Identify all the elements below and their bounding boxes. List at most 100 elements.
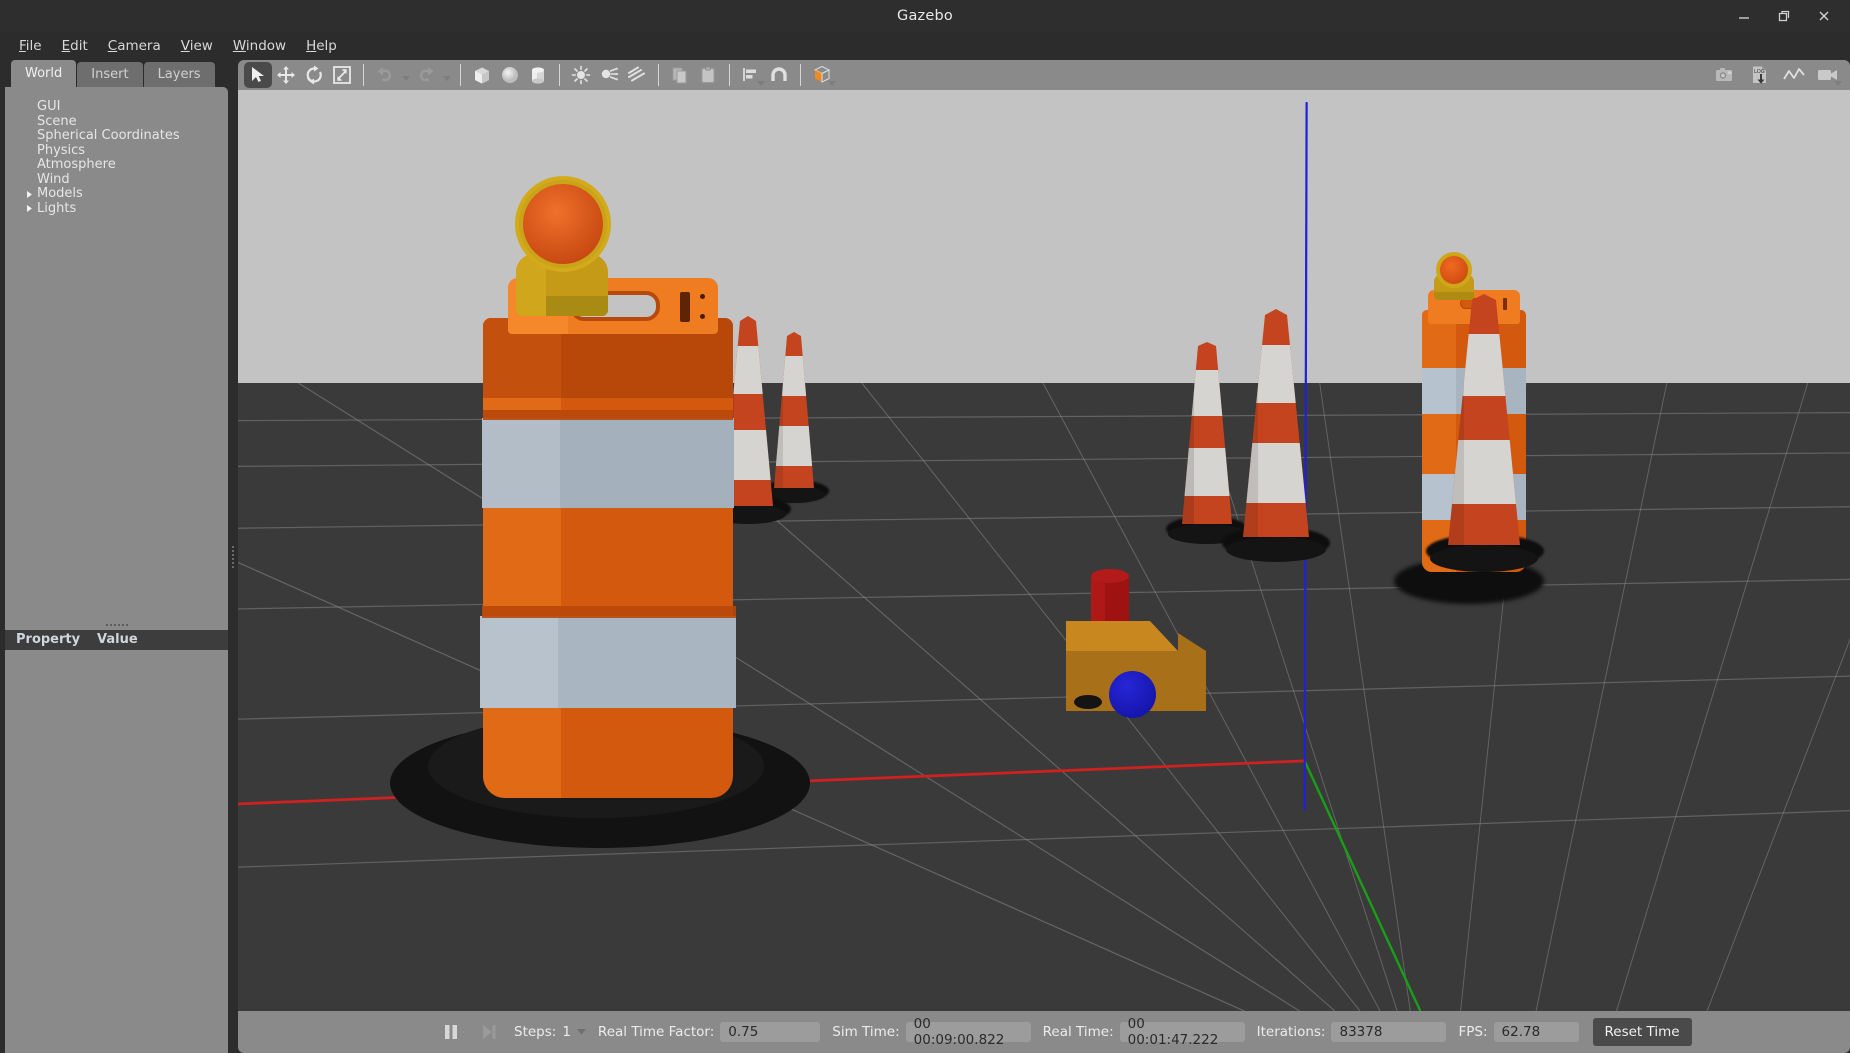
property-table-header: Property Value — [5, 629, 228, 650]
real-time-factor-value: 0.75 — [720, 1022, 821, 1042]
view-angle-dropdown-caret[interactable] — [825, 81, 838, 87]
steps-dropdown-caret[interactable] — [576, 1029, 586, 1035]
insert-spot-light-button[interactable] — [595, 62, 623, 88]
redo-button[interactable] — [412, 62, 440, 88]
construction-barrel-foreground[interactable] — [388, 118, 828, 878]
select-mode-button[interactable] — [244, 62, 272, 88]
reset-time-button[interactable]: Reset Time — [1592, 1018, 1692, 1046]
tab-world[interactable]: World — [11, 60, 77, 87]
insert-cylinder-button[interactable] — [524, 62, 552, 88]
tree-item-models[interactable]: Models — [5, 186, 228, 202]
insert-sphere-button[interactable] — [496, 62, 524, 88]
real-time-label: Real Time: — [1042, 1024, 1114, 1040]
camera-icon — [1715, 66, 1737, 84]
gazebo-3d-render-view[interactable] — [238, 90, 1850, 1011]
tree-item-scene[interactable]: Scene — [5, 113, 228, 130]
sphere-icon — [500, 65, 520, 85]
rotate-icon — [304, 65, 324, 85]
tree-item-spherical-coordinates[interactable]: Spherical Coordinates — [5, 128, 228, 144]
toolbar-separator — [363, 64, 364, 86]
translate-arrows-icon — [276, 65, 296, 85]
tree-item-lights[interactable]: Lights — [5, 200, 228, 217]
insert-point-light-button[interactable] — [567, 62, 595, 88]
sim-time-label: Sim Time: — [832, 1024, 900, 1040]
robot-sphere-wheel — [1109, 671, 1156, 718]
menu-file[interactable]: File — [10, 35, 51, 57]
pause-button[interactable] — [438, 1019, 464, 1045]
robot-model[interactable] — [1066, 569, 1206, 718]
copy-button[interactable] — [666, 62, 694, 88]
record-video-button[interactable] — [1814, 62, 1842, 88]
tree-item-label: Spherical Coordinates — [37, 128, 180, 143]
change-view-angle-button[interactable] — [808, 62, 836, 88]
rotate-mode-button[interactable] — [300, 62, 328, 88]
align-button[interactable] — [737, 62, 765, 88]
paste-button[interactable] — [694, 62, 722, 88]
tree-item-label: Lights — [37, 200, 77, 216]
chevron-right-icon[interactable] — [21, 190, 37, 199]
traffic-cone-right-b[interactable] — [1222, 305, 1330, 565]
insert-directional-light-button[interactable] — [623, 62, 651, 88]
insert-box-button[interactable] — [468, 62, 496, 88]
svg-text:LOG: LOG — [1754, 69, 1765, 75]
magnet-icon — [769, 65, 789, 85]
record-video-dropdown-caret[interactable] — [1831, 81, 1844, 87]
log-data-button[interactable]: LOG — [1746, 62, 1774, 88]
menu-camera[interactable]: Camera — [99, 35, 170, 57]
robot-box-side — [1178, 633, 1206, 711]
sim-time-value: 00 00:09:00.822 — [905, 1016, 1031, 1048]
tree-item-atmosphere[interactable]: Atmosphere — [5, 157, 228, 173]
iterations-value: 83378 — [1331, 1022, 1447, 1042]
traffic-cone-right-c[interactable] — [1426, 290, 1544, 576]
plot-window-button[interactable] — [1780, 62, 1808, 88]
step-forward-icon — [483, 1025, 496, 1039]
status-bar: Steps: 1 Real Time Factor: 0.75 Sim Time… — [238, 1011, 1850, 1053]
redo-dropdown-caret[interactable] — [440, 62, 453, 88]
screenshot-button[interactable] — [1712, 62, 1740, 88]
main-body: World Insert Layers GUI Scene Spherical … — [0, 60, 1850, 1053]
real-time-factor-label: Real Time Factor: — [597, 1024, 715, 1040]
redo-arrow-icon — [416, 66, 436, 84]
menu-window[interactable]: Window — [224, 35, 295, 57]
steps-label: Steps: — [514, 1024, 557, 1040]
tab-insert[interactable]: Insert — [77, 62, 143, 87]
property-column-header: Property — [16, 632, 81, 647]
toolbar-right-group: LOG — [1712, 60, 1842, 90]
copy-icon — [670, 65, 690, 85]
tree-item-label: Scene — [37, 113, 77, 129]
menu-help[interactable]: Help — [297, 35, 346, 57]
menu-view[interactable]: View — [172, 35, 222, 57]
undo-dropdown-caret[interactable] — [399, 62, 412, 88]
tree-item-physics[interactable]: Physics — [5, 142, 228, 159]
snap-button[interactable] — [765, 62, 793, 88]
fps-label: FPS: — [1458, 1024, 1488, 1040]
restore-icon[interactable] — [1764, 1, 1804, 31]
robot-box-top — [1066, 621, 1178, 651]
scale-icon — [332, 65, 352, 85]
translate-mode-button[interactable] — [272, 62, 300, 88]
undo-button[interactable] — [371, 62, 399, 88]
vertical-splitter-handle[interactable] — [228, 60, 238, 1053]
step-button[interactable] — [476, 1019, 502, 1045]
gazebo-window: Gazebo File Edit Camera View Window Help… — [0, 0, 1850, 1053]
spot-light-icon — [599, 65, 619, 85]
menu-edit[interactable]: Edit — [53, 35, 97, 57]
minimize-icon[interactable] — [1724, 1, 1764, 31]
tree-item-gui[interactable]: GUI — [5, 99, 228, 115]
grip-dots-icon — [105, 623, 128, 626]
scale-mode-button[interactable] — [328, 62, 356, 88]
property-table-body[interactable] — [5, 649, 228, 1053]
tree-item-wind[interactable]: Wind — [5, 172, 228, 188]
panel-splitter-handle[interactable] — [5, 619, 228, 630]
close-icon[interactable] — [1804, 1, 1844, 31]
cube-icon — [472, 65, 492, 85]
tree-item-label: Models — [37, 186, 83, 201]
chevron-right-icon[interactable] — [21, 204, 37, 213]
steps-value[interactable]: 1 — [562, 1024, 571, 1040]
tree-item-label: Atmosphere — [37, 157, 116, 172]
toolbar-separator — [658, 64, 659, 86]
tab-layers[interactable]: Layers — [143, 62, 215, 87]
world-tree[interactable]: GUI Scene Spherical Coordinates Physics … — [5, 87, 228, 620]
arrow-cursor-icon — [249, 66, 267, 84]
tree-item-label: Physics — [37, 142, 86, 158]
